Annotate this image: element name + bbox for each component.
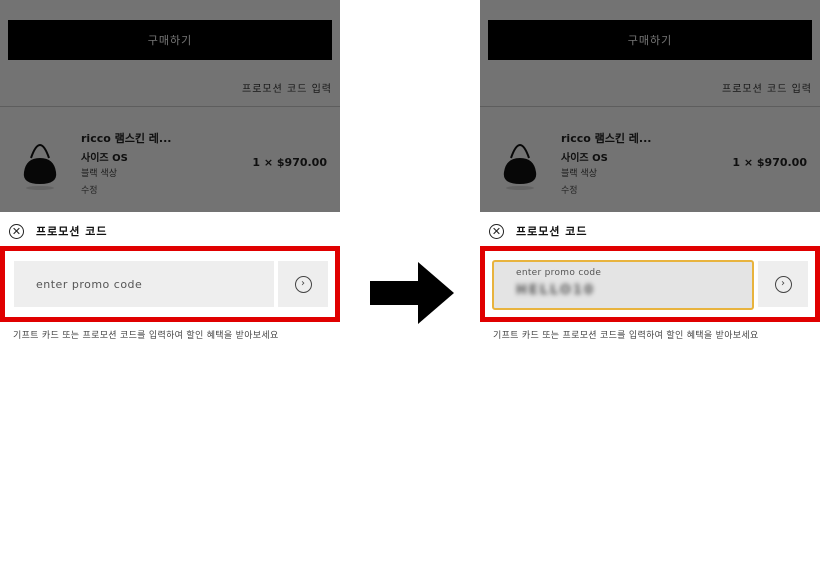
cart-summary: 구매하기 프로모션 코드 입력 ricco 램스킨 레... 사이즈 OS 블랙… xyxy=(480,0,820,212)
close-icon[interactable]: ✕ xyxy=(9,224,24,239)
promo-code-input[interactable]: enter promo code xyxy=(14,261,274,307)
product-name[interactable]: ricco 램스킨 레... xyxy=(81,130,171,146)
edit-link[interactable]: 수정 xyxy=(561,183,578,196)
buy-button[interactable]: 구매하기 xyxy=(488,20,812,60)
chevron-right-icon: › xyxy=(774,275,792,293)
promo-submit-button[interactable]: › xyxy=(758,261,808,307)
divider xyxy=(480,106,820,107)
after-state-panel: 구매하기 프로모션 코드 입력 ricco 램스킨 레... 사이즈 OS 블랙… xyxy=(480,0,820,345)
promo-code-link[interactable]: 프로모션 코드 입력 xyxy=(722,80,812,95)
arrow-right-icon xyxy=(370,262,454,324)
product-name[interactable]: ricco 램스킨 레... xyxy=(561,130,651,146)
buy-button[interactable]: 구매하기 xyxy=(8,20,332,60)
promo-title: 프로모션 코드 xyxy=(516,225,588,238)
product-image xyxy=(503,144,537,190)
product-image xyxy=(23,144,57,190)
promo-input-value: HELLO10 xyxy=(516,283,596,298)
edit-link[interactable]: 수정 xyxy=(81,183,98,196)
promo-code-link[interactable]: 프로모션 코드 입력 xyxy=(242,80,332,95)
product-price: 1 × $970.00 xyxy=(732,156,807,169)
before-state-panel: 구매하기 프로모션 코드 입력 ricco 램스킨 레... 사이즈 OS 블랙… xyxy=(0,0,340,345)
promo-input-label: enter promo code xyxy=(516,268,602,278)
cart-summary: 구매하기 프로모션 코드 입력 ricco 램스킨 레... 사이즈 OS 블랙… xyxy=(0,0,340,212)
product-color: 블랙 색상 xyxy=(561,169,597,179)
promo-title: 프로모션 코드 xyxy=(36,225,108,238)
product-price: 1 × $970.00 xyxy=(252,156,327,169)
divider xyxy=(0,106,340,107)
product-size: 사이즈 OS xyxy=(81,153,128,164)
promo-code-input[interactable]: enter promo code HELLO10 xyxy=(492,260,754,310)
close-icon[interactable]: ✕ xyxy=(489,224,504,239)
chevron-right-icon: › xyxy=(294,275,312,293)
promo-submit-button[interactable]: › xyxy=(278,261,328,307)
promo-hint: 기프트 카드 또는 프로모션 코드를 입력하여 할인 혜택을 받아보세요 xyxy=(493,331,759,341)
product-size: 사이즈 OS xyxy=(561,153,608,164)
promo-hint: 기프트 카드 또는 프로모션 코드를 입력하여 할인 혜택을 받아보세요 xyxy=(13,331,279,341)
product-color: 블랙 색상 xyxy=(81,169,117,179)
